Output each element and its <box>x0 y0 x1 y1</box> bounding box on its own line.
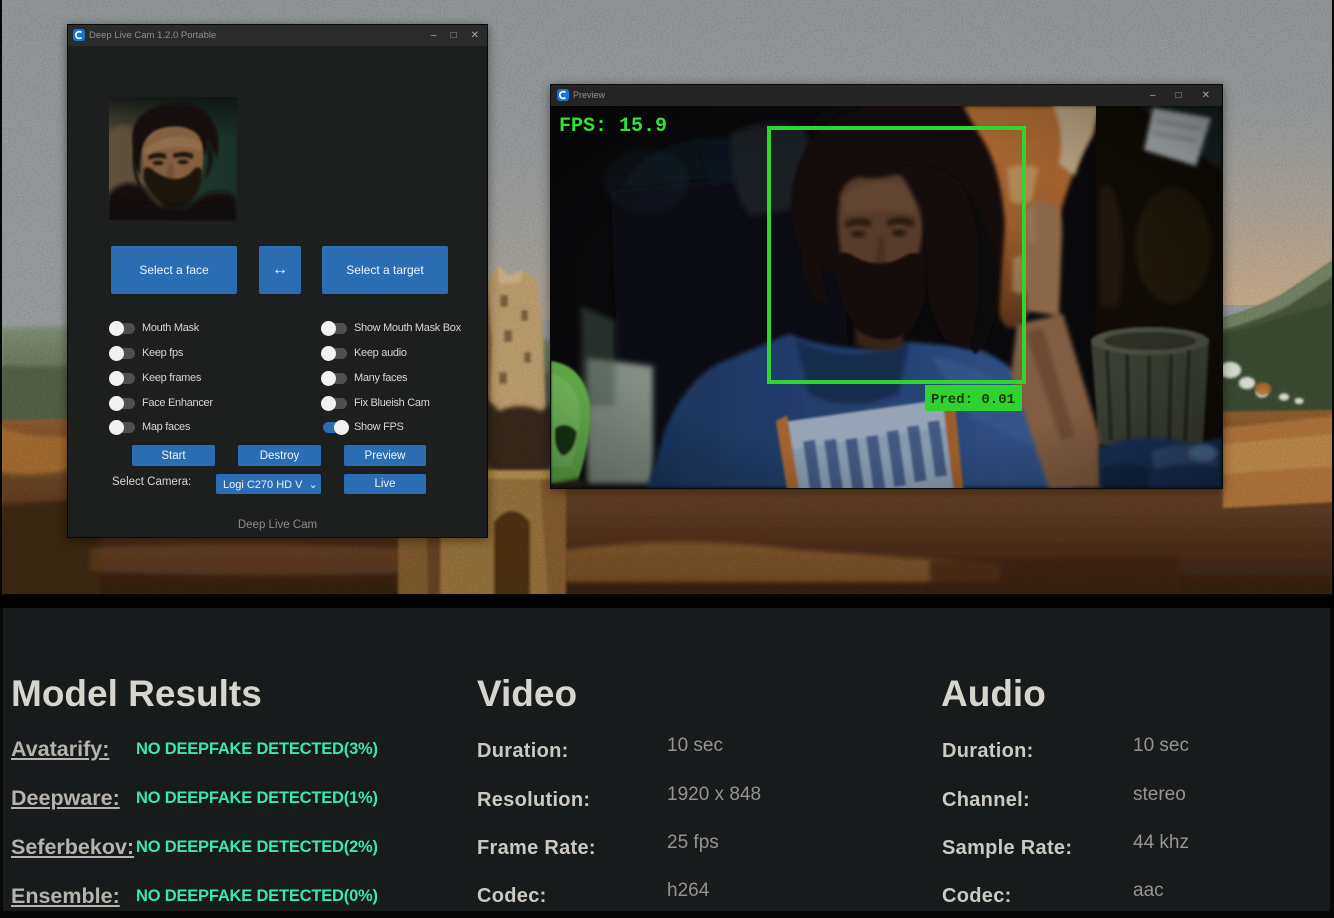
svg-text:FPS: 15.9: FPS: 15.9 <box>559 115 667 138</box>
svg-text:Pred: 0.01: Pred: 0.01 <box>931 392 1015 408</box>
